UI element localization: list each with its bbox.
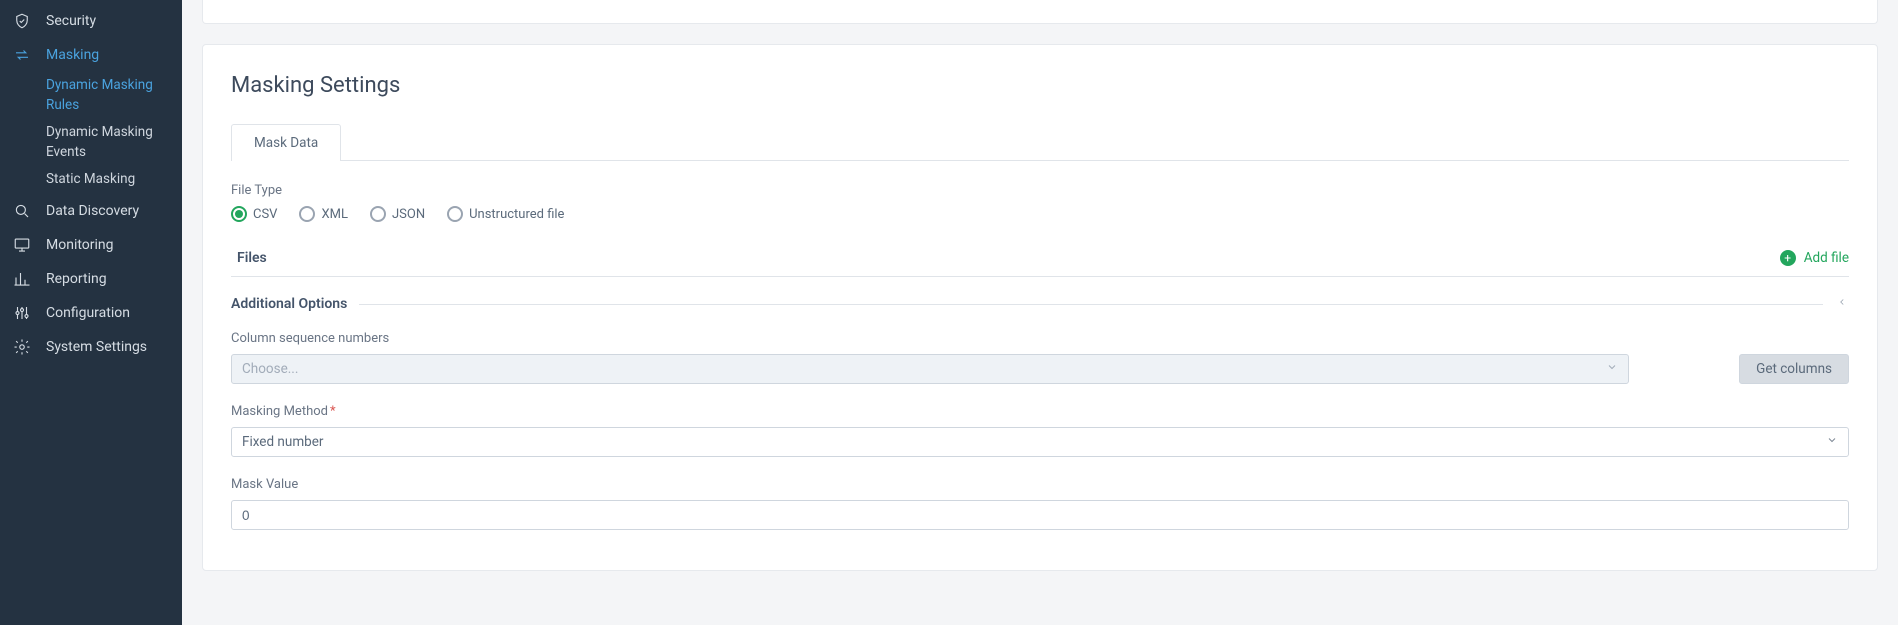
radio-json[interactable]: JSON [370, 206, 425, 222]
radio-label: XML [321, 207, 348, 222]
radio-csv[interactable]: CSV [231, 206, 277, 222]
plus-circle-icon: + [1780, 250, 1796, 266]
masking-method-label: Masking Method* [231, 404, 1849, 419]
sidebar-item-label: Security [46, 13, 96, 29]
chevron-down-icon [1826, 434, 1838, 450]
sidebar-sub-dynamic-masking-rules[interactable]: Dynamic Masking Rules [0, 72, 182, 119]
file-type-radio-row: CSV XML JSON Unstructured file [231, 206, 1849, 222]
masking-method-value: Fixed number [242, 434, 323, 450]
main-content: Masking Settings Mask Data File Type CSV… [182, 0, 1898, 625]
sidebar-item-system-settings[interactable]: System Settings [0, 330, 182, 364]
files-title: Files [231, 250, 267, 266]
sidebar-sub-static-masking[interactable]: Static Masking [0, 166, 182, 194]
radio-icon [231, 206, 247, 222]
get-columns-wrap: Get columns [1739, 354, 1849, 384]
additional-options-title: Additional Options [231, 296, 347, 312]
radio-unstructured[interactable]: Unstructured file [447, 206, 564, 222]
column-sequence-placeholder: Choose... [242, 361, 298, 377]
column-sequence-row: Column sequence numbers Choose... Get co… [231, 331, 1849, 384]
column-sequence-field: Column sequence numbers Choose... [231, 331, 1629, 384]
shield-icon [12, 11, 32, 31]
sidebar-item-security[interactable]: Security [0, 4, 182, 38]
sidebar: Security Masking Dynamic Masking Rules D… [0, 0, 182, 625]
sidebar-item-configuration[interactable]: Configuration [0, 296, 182, 330]
tabs: Mask Data [231, 124, 1849, 161]
masking-settings-card: Masking Settings Mask Data File Type CSV… [202, 44, 1878, 571]
radio-xml[interactable]: XML [299, 206, 348, 222]
chevron-down-icon [1606, 361, 1618, 377]
masking-method-label-text: Masking Method [231, 404, 328, 419]
sidebar-item-label: Reporting [46, 271, 107, 287]
sidebar-item-label: Data Discovery [46, 203, 139, 219]
sidebar-item-label: System Settings [46, 339, 147, 355]
get-columns-button[interactable]: Get columns [1739, 354, 1849, 384]
divider [359, 304, 1823, 305]
files-section-header: Files + Add file [231, 244, 1849, 277]
masking-method-select[interactable]: Fixed number [231, 427, 1849, 457]
sidebar-item-masking[interactable]: Masking [0, 38, 182, 72]
sidebar-item-label: Monitoring [46, 237, 114, 253]
radio-icon [299, 206, 315, 222]
additional-options-header: Additional Options [231, 295, 1849, 313]
radio-icon [370, 206, 386, 222]
gear-icon [12, 337, 32, 357]
sidebar-item-reporting[interactable]: Reporting [0, 262, 182, 296]
radio-label: CSV [253, 207, 277, 222]
search-icon [12, 201, 32, 221]
monitor-icon [12, 235, 32, 255]
sidebar-sub-masking: Dynamic Masking Rules Dynamic Masking Ev… [0, 72, 182, 194]
column-sequence-label: Column sequence numbers [231, 331, 1629, 346]
column-sequence-select[interactable]: Choose... [231, 354, 1629, 384]
sidebar-item-monitoring[interactable]: Monitoring [0, 228, 182, 262]
radio-icon [447, 206, 463, 222]
sidebar-item-data-discovery[interactable]: Data Discovery [0, 194, 182, 228]
barchart-icon [12, 269, 32, 289]
sliders-icon [12, 303, 32, 323]
radio-label: Unstructured file [469, 207, 564, 222]
file-type-label: File Type [231, 183, 1849, 198]
radio-label: JSON [392, 207, 425, 222]
collapse-toggle[interactable] [1835, 295, 1849, 313]
tab-mask-data[interactable]: Mask Data [231, 124, 341, 161]
top-card-remnant [202, 0, 1878, 24]
swap-icon [12, 45, 32, 65]
sidebar-sub-dynamic-masking-events[interactable]: Dynamic Masking Events [0, 119, 182, 166]
add-file-label: Add file [1804, 250, 1849, 266]
sidebar-item-label: Masking [46, 47, 99, 63]
mask-value-label: Mask Value [231, 477, 1849, 492]
sidebar-item-label: Configuration [46, 305, 130, 321]
mask-value-row: Mask Value [231, 477, 1849, 530]
masking-method-row: Masking Method* Fixed number [231, 404, 1849, 457]
add-file-button[interactable]: + Add file [1780, 250, 1849, 266]
required-indicator: * [330, 404, 336, 419]
mask-value-input[interactable] [231, 500, 1849, 530]
file-type-group: File Type CSV XML JSON Unstructured file [231, 183, 1849, 222]
page-title: Masking Settings [231, 73, 1849, 98]
